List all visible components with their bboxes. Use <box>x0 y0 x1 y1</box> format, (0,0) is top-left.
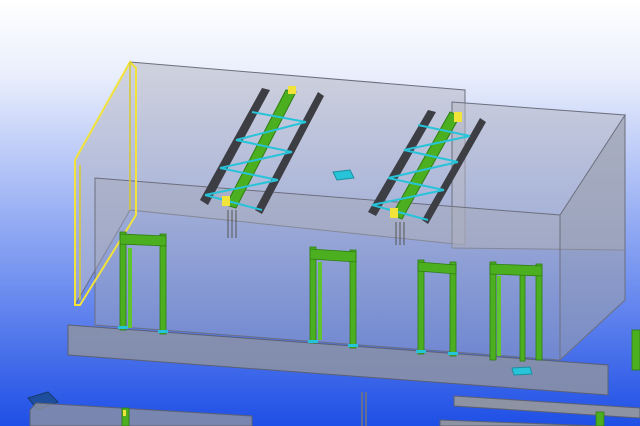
truss-left-top-plate[interactable] <box>288 86 296 94</box>
model-scene <box>0 0 640 426</box>
edge-column[interactable] <box>631 329 640 371</box>
truss-left-connection-plate[interactable] <box>222 196 230 206</box>
roof-anchor-block[interactable] <box>332 169 355 181</box>
slab-anchor-block[interactable] <box>511 366 533 376</box>
3d-model-viewport[interactable] <box>0 0 640 426</box>
truss-right-connection-plate[interactable] <box>390 208 398 218</box>
truss-right-top-plate[interactable] <box>454 112 462 122</box>
